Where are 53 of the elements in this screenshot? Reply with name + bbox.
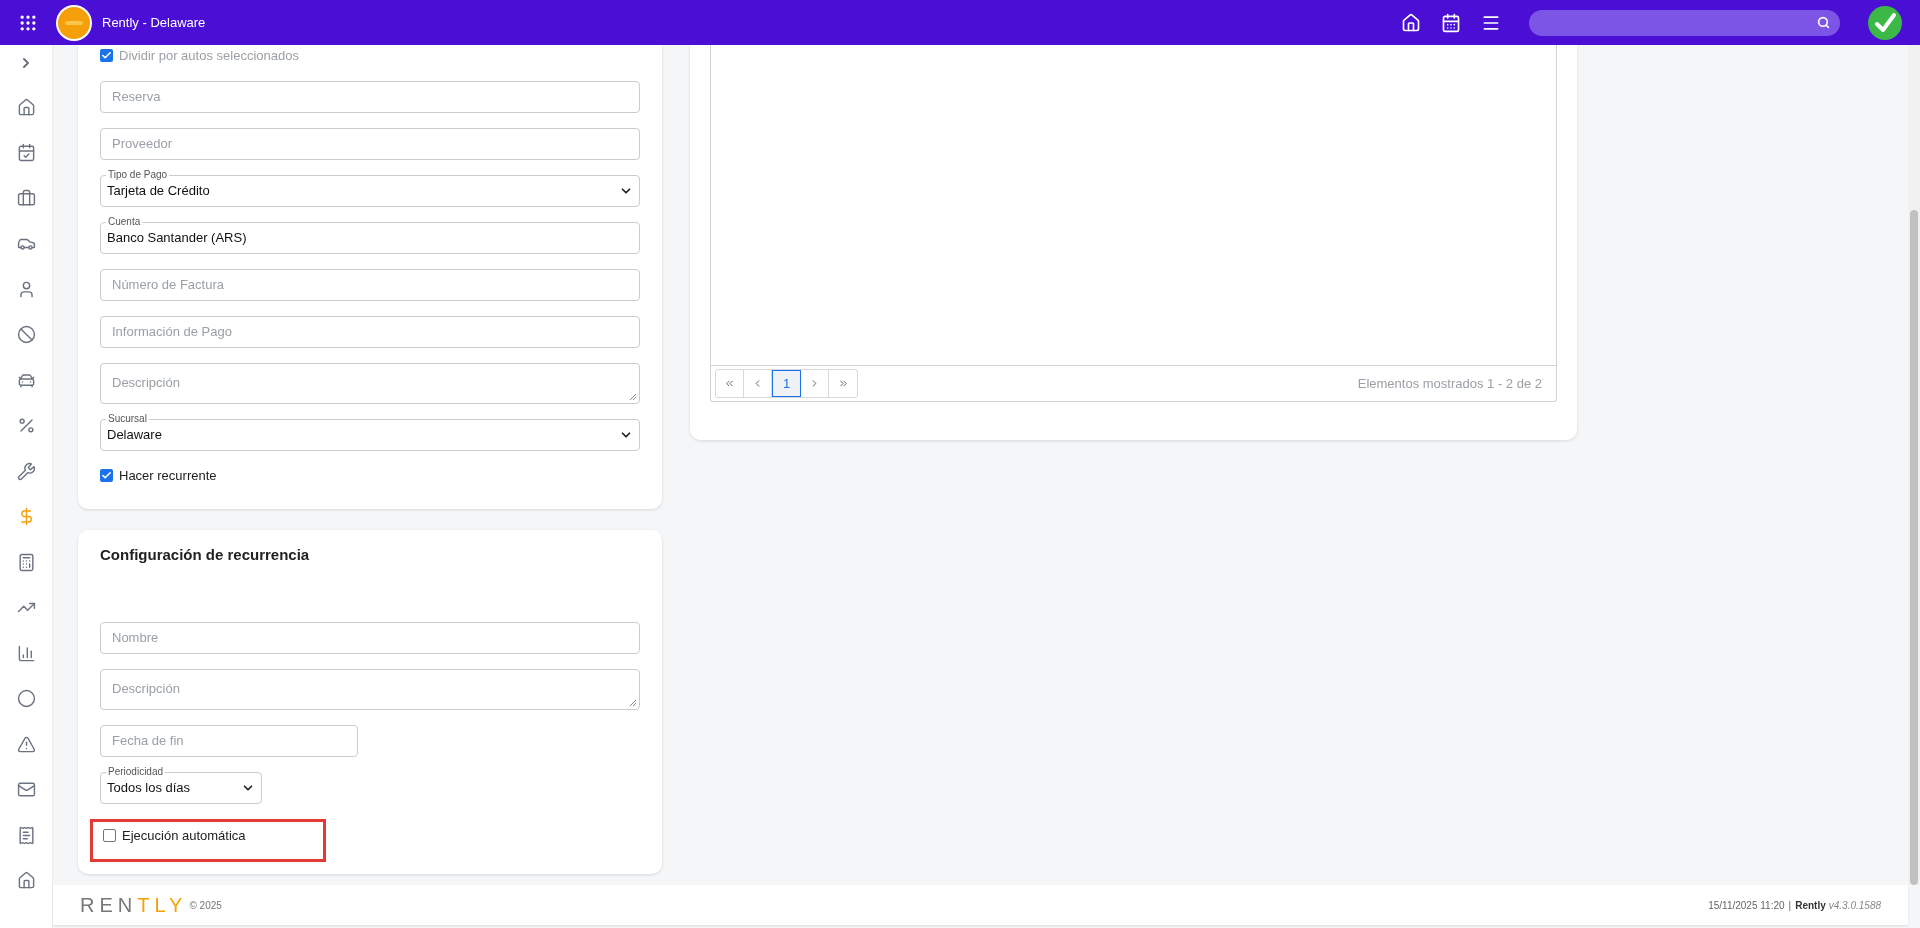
search-icon: [1817, 16, 1830, 29]
input-field[interactable]: Proveedor: [100, 127, 640, 160]
wrench-icon[interactable]: [16, 461, 36, 481]
footer-brand: Rently: [1795, 898, 1826, 913]
field-label: Cuenta: [106, 215, 143, 228]
calendar-icon[interactable]: [1441, 12, 1461, 33]
field-label: Sucursal: [106, 412, 149, 425]
field-value: Delaware: [107, 425, 162, 444]
last-icon: [837, 378, 849, 389]
footer-separator: |: [1788, 898, 1792, 913]
first-icon: [724, 378, 735, 389]
text-area[interactable]: Descripción: [100, 362, 640, 404]
checkbox[interactable]: [100, 468, 113, 482]
footer-logo: REN TLY: [80, 893, 188, 918]
field-value: Banco Santander (ARS): [107, 228, 247, 247]
briefcase-icon[interactable]: [16, 188, 36, 208]
field-label: Tipo de Pago: [106, 168, 170, 181]
home-icon[interactable]: [1401, 12, 1421, 33]
forbidden-icon[interactable]: [16, 325, 36, 344]
field-value: Todos los días: [107, 778, 191, 797]
input-field[interactable]: Reserva: [100, 80, 640, 113]
checkbox-label: Ejecución automática: [122, 826, 246, 845]
text-area[interactable]: Descripción: [100, 668, 640, 710]
input-field[interactable]: Fecha de fin: [100, 724, 358, 757]
logo-icon: [56, 4, 92, 41]
checkbox-label: Dividir por autos seleccionados: [119, 47, 299, 65]
footer-datetime: 15/11/2025 11:20: [1708, 898, 1785, 913]
field-value: Tarjeta de Crédito: [107, 181, 210, 200]
pager-summary: Elementos mostrados 1 - 2 de 2: [1357, 374, 1543, 393]
field-label: Periodicidad: [106, 765, 166, 778]
warning-icon[interactable]: [16, 734, 36, 754]
mail-icon[interactable]: [16, 780, 36, 799]
checkbox-label: Hacer recurrente: [119, 466, 217, 485]
footer-version: v4.3.0.1588: [1828, 898, 1881, 913]
resize-icon: [629, 392, 637, 401]
card-title: Configuración de recurrencia: [100, 545, 311, 565]
input-field[interactable]: Número de Factura: [100, 268, 640, 301]
resize-icon: [629, 698, 637, 707]
copyright: © 2025: [189, 898, 222, 913]
page-button[interactable]: 1: [772, 370, 801, 397]
checkbox[interactable]: [100, 49, 113, 63]
circle-icon[interactable]: [16, 689, 36, 708]
calendar-icon[interactable]: [16, 143, 36, 162]
status-check-icon: [1868, 5, 1902, 40]
input-field[interactable]: Información de Pago: [100, 315, 640, 348]
app-title: Rently - Delaware: [102, 13, 206, 32]
home-icon[interactable]: [16, 97, 36, 117]
calculator-icon[interactable]: [16, 552, 36, 572]
receipt-icon[interactable]: [16, 825, 36, 845]
bar-chart-icon[interactable]: [16, 643, 36, 663]
input-field[interactable]: Nombre: [100, 621, 640, 654]
checkbox[interactable]: [103, 828, 116, 842]
search-field[interactable]: [1529, 9, 1840, 36]
